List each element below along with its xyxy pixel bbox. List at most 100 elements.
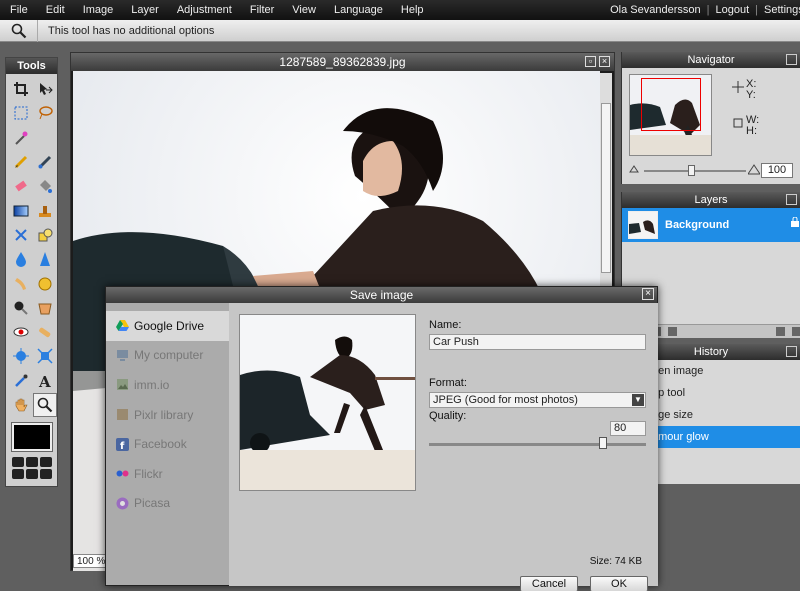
magic-wand-icon[interactable]: [9, 126, 33, 150]
flickr-icon: [116, 467, 129, 480]
selection-dims: W: H:: [746, 114, 760, 137]
quality-label: Quality:: [429, 410, 467, 422]
quality-slider[interactable]: [429, 437, 646, 449]
menu-view[interactable]: View: [283, 0, 325, 20]
color-replace-icon[interactable]: [9, 223, 33, 247]
stamp-icon[interactable]: [33, 198, 57, 222]
spot-heal-icon[interactable]: [33, 320, 57, 344]
extra-tool[interactable]: [12, 469, 24, 480]
navigator-thumbnail[interactable]: [629, 74, 712, 156]
zoom-slider[interactable]: [644, 165, 746, 176]
quality-slider-knob[interactable]: [599, 437, 607, 449]
pinch-icon[interactable]: [33, 344, 57, 368]
lock-icon[interactable]: [791, 216, 799, 230]
dialog-close-icon[interactable]: ×: [642, 288, 654, 300]
type-icon[interactable]: A: [33, 369, 57, 393]
gradient-icon[interactable]: [9, 198, 33, 222]
service-facebook[interactable]: f Facebook: [106, 429, 229, 459]
delete-layer-icon[interactable]: [792, 327, 800, 336]
pencil-icon[interactable]: [9, 150, 33, 174]
extra-tool[interactable]: [12, 457, 24, 468]
zoom-tool-icon[interactable]: [33, 392, 57, 418]
picasa-icon: [116, 497, 129, 510]
service-picasa[interactable]: Picasa: [106, 489, 229, 519]
layer-mask-icon[interactable]: [668, 327, 677, 336]
menu-image[interactable]: Image: [74, 0, 123, 20]
burn-icon[interactable]: [33, 296, 57, 320]
scroll-thumb[interactable]: [601, 103, 611, 273]
settings-link[interactable]: Settings: [764, 4, 800, 16]
sponge-icon[interactable]: [33, 271, 57, 295]
menu-adjustment[interactable]: Adjustment: [168, 0, 241, 20]
service-google-drive[interactable]: Google Drive: [106, 311, 229, 341]
service-my-computer[interactable]: My computer: [106, 341, 229, 371]
dialog-title-bar[interactable]: Save image ×: [106, 287, 657, 303]
red-eye-icon[interactable]: [9, 320, 33, 344]
close-icon[interactable]: [786, 194, 797, 205]
zoom-field[interactable]: 100 %: [73, 554, 109, 568]
lasso-icon[interactable]: [33, 101, 57, 125]
extra-tool[interactable]: [26, 469, 38, 480]
tools-panel: Tools A: [5, 57, 58, 487]
brush-icon[interactable]: [33, 150, 57, 174]
crop-icon[interactable]: [9, 77, 33, 101]
zoom-out-icon[interactable]: [629, 164, 639, 177]
dodge-icon[interactable]: [9, 296, 33, 320]
zoom-in-icon[interactable]: [747, 163, 761, 178]
extra-tool[interactable]: [26, 457, 38, 468]
layer-row[interactable]: Background: [622, 208, 800, 242]
eraser-icon[interactable]: [9, 174, 33, 198]
close-icon[interactable]: [786, 54, 797, 65]
save-destination-list: Google Drive My computer imm.io Pixlr li…: [106, 311, 229, 581]
layer-name: Background: [665, 219, 730, 231]
sharpen-icon[interactable]: [33, 247, 57, 271]
view-rectangle[interactable]: [641, 78, 701, 131]
close-icon[interactable]: ×: [599, 56, 610, 67]
quality-input[interactable]: 80: [610, 421, 646, 436]
format-select[interactable]: JPEG (Good for most photos) ▼: [429, 392, 646, 408]
menu-help[interactable]: Help: [392, 0, 433, 20]
magnifier-icon: [0, 19, 38, 42]
menu-file[interactable]: File: [0, 0, 37, 20]
svg-text:A: A: [38, 373, 51, 389]
bloat-icon[interactable]: [9, 344, 33, 368]
name-label: Name:: [429, 319, 462, 331]
smudge-icon[interactable]: [9, 271, 33, 295]
facebook-icon: f: [116, 437, 129, 452]
color-picker-icon[interactable]: [9, 369, 33, 393]
move-icon[interactable]: [33, 77, 57, 101]
color-swatch[interactable]: [11, 422, 53, 453]
extra-tool[interactable]: [40, 469, 52, 480]
options-text: This tool has no additional options: [48, 24, 215, 37]
menu-language[interactable]: Language: [325, 0, 392, 20]
service-flickr[interactable]: Flickr: [106, 459, 229, 489]
format-value: JPEG (Good for most photos): [433, 394, 578, 406]
navigator-zoom-input[interactable]: 100: [761, 163, 793, 178]
bucket-icon[interactable]: [33, 174, 57, 198]
service-imm-io[interactable]: imm.io: [106, 370, 229, 400]
cancel-button[interactable]: Cancel: [520, 576, 578, 591]
service-pixlr-library[interactable]: Pixlr library: [106, 400, 229, 430]
extra-tool[interactable]: [40, 457, 52, 468]
separator: |: [755, 4, 758, 16]
menu-edit[interactable]: Edit: [37, 0, 74, 20]
blur-icon[interactable]: [9, 247, 33, 271]
hand-icon[interactable]: [9, 393, 33, 417]
maximize-icon[interactable]: ▫: [585, 56, 596, 67]
document-title-bar[interactable]: 1287589_89362839.jpg ▫ ×: [71, 53, 614, 71]
menu-layer[interactable]: Layer: [122, 0, 168, 20]
name-input[interactable]: Car Push: [429, 334, 646, 350]
marquee-icon[interactable]: [9, 101, 33, 125]
save-image-dialog: Save image × Google Drive My computer im…: [105, 286, 658, 591]
zoom-slider-knob[interactable]: [688, 165, 695, 176]
ok-button[interactable]: OK: [590, 576, 648, 591]
chevron-down-icon[interactable]: ▼: [632, 394, 644, 406]
user-name[interactable]: Ola Sevandersson: [610, 4, 701, 16]
drawing-icon[interactable]: [33, 223, 57, 247]
format-label: Format:: [429, 377, 467, 389]
new-layer-icon[interactable]: [776, 327, 785, 336]
close-icon[interactable]: [786, 346, 797, 357]
logout-link[interactable]: Logout: [715, 4, 749, 16]
menu-filter[interactable]: Filter: [241, 0, 283, 20]
library-icon: [116, 408, 129, 421]
